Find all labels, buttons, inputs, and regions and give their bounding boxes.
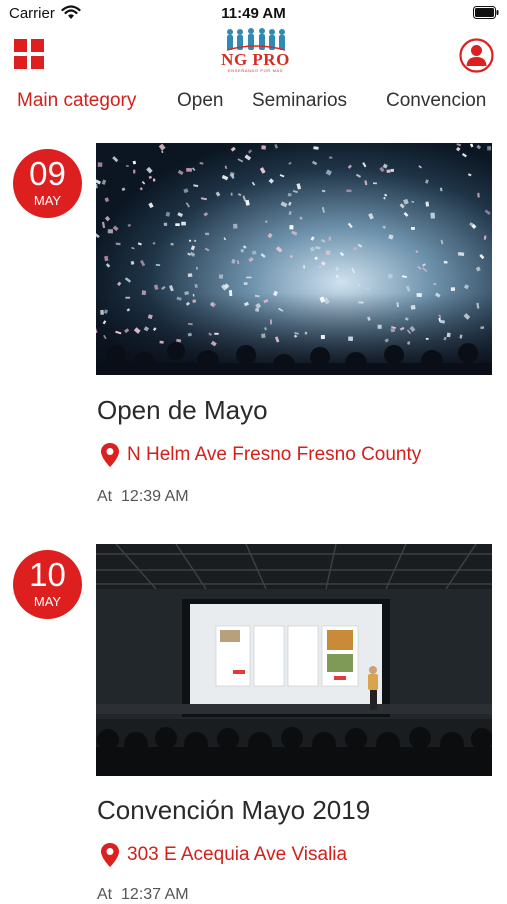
- confetti-flake: [187, 273, 193, 278]
- confetti-flake: [243, 282, 248, 285]
- location-pin-icon: [101, 443, 119, 467]
- confetti-flake: [477, 192, 480, 198]
- time-value: 12:37 AM: [121, 886, 189, 903]
- confetti-flake: [430, 212, 436, 219]
- confetti-flake: [335, 275, 339, 278]
- location-text: N Helm Ave Fresno Fresno County: [127, 444, 422, 465]
- confetti-flake: [97, 162, 103, 167]
- tab-main-category[interactable]: Main category: [17, 90, 136, 112]
- confetti-flake: [115, 242, 121, 246]
- confetti-flake: [196, 266, 198, 270]
- logo-people-graphic: [226, 28, 286, 51]
- confetti-flake: [141, 290, 147, 296]
- confetti-flake: [199, 162, 204, 165]
- confetti-flake: [261, 145, 266, 150]
- date-badge: 09 MAY: [13, 149, 82, 218]
- confetti-flake: [125, 296, 131, 299]
- confetti-flake: [446, 332, 451, 338]
- confetti-flake: [346, 189, 352, 193]
- location-pin-icon: [101, 843, 119, 867]
- confetti-flake: [270, 319, 272, 325]
- confetti-flake: [433, 283, 437, 285]
- confetti-flake: [457, 252, 465, 257]
- confetti-flake: [181, 221, 186, 226]
- confetti-flake: [159, 340, 164, 344]
- confetti-flake: [163, 222, 168, 226]
- logo-text: NG PRO: [221, 50, 290, 69]
- confetti-flake: [261, 333, 266, 339]
- confetti-flake: [320, 334, 326, 340]
- confetti-flake: [107, 229, 113, 234]
- confetti-flake: [133, 169, 136, 174]
- confetti-flake: [233, 223, 238, 229]
- confetti-flake: [100, 309, 104, 315]
- event-title[interactable]: Convención Mayo 2019: [97, 795, 370, 826]
- tab-convencion[interactable]: Convencion: [386, 90, 486, 112]
- confetti-flake: [390, 168, 394, 172]
- event-day: 10: [29, 556, 66, 593]
- confetti-flake: [388, 273, 393, 279]
- user-profile-icon[interactable]: [459, 38, 494, 73]
- event-day: 09: [29, 155, 66, 192]
- time-prefix: At: [97, 886, 113, 903]
- confetti-flake: [186, 168, 192, 172]
- event-image-confetti[interactable]: [96, 143, 492, 375]
- confetti-flake: [325, 250, 331, 256]
- confetti-flake: [416, 292, 422, 297]
- confetti-flake: [348, 336, 353, 341]
- confetti-flake: [411, 227, 415, 230]
- confetti-flake: [328, 236, 332, 241]
- confetti-flake: [246, 276, 252, 279]
- app-header: NG PRO ENSEÑANDO POR MAS: [0, 28, 507, 78]
- confetti-flake: [152, 178, 156, 182]
- app-logo: NG PRO ENSEÑANDO POR MAS: [213, 28, 298, 76]
- location-text: 303 E Acequia Ave Visalia: [127, 844, 348, 865]
- confetti-flake: [230, 192, 233, 196]
- event-time: At 12:39 AM: [97, 488, 189, 506]
- confetti-flake: [443, 260, 448, 264]
- category-tabs: Main category Open Seminarios Convencion: [0, 90, 507, 118]
- confetti-flake: [228, 290, 233, 297]
- event-month: MAY: [33, 193, 62, 208]
- confetti-flake: [450, 287, 456, 291]
- confetti-flake: [487, 146, 491, 151]
- confetti-flake: [287, 193, 292, 197]
- confetti-flake: [240, 248, 244, 253]
- confetti-flake: [373, 182, 377, 185]
- time-value: 12:39 AM: [121, 488, 189, 505]
- confetti-flake: [265, 220, 268, 223]
- tab-seminarios[interactable]: Seminarios: [252, 90, 347, 112]
- event-title[interactable]: Open de Mayo: [97, 395, 268, 426]
- confetti-flake: [358, 301, 364, 304]
- confetti-flake: [218, 274, 224, 279]
- status-bar: Carrier 11:49 AM: [0, 0, 507, 28]
- confetti-flake: [425, 337, 429, 340]
- confetti-flake: [425, 201, 430, 207]
- event-time: At 12:37 AM: [97, 886, 189, 904]
- confetti-flake: [175, 223, 180, 226]
- confetti-flake: [329, 156, 333, 159]
- confetti-flake: [251, 250, 257, 255]
- tab-open[interactable]: Open: [177, 90, 223, 112]
- confetti-flake: [214, 332, 219, 335]
- battery-icon: [473, 6, 499, 19]
- logo-tagline: ENSEÑANDO POR MAS: [227, 68, 284, 73]
- confetti-flake: [289, 255, 293, 258]
- confetti-flake: [386, 169, 391, 173]
- event-image-presentation[interactable]: [96, 544, 492, 776]
- time-prefix: At: [97, 488, 113, 505]
- event-month: MAY: [33, 594, 62, 609]
- confetti-flake: [289, 224, 294, 230]
- grid-menu-icon[interactable]: [14, 39, 44, 69]
- date-badge: 10 MAY: [13, 550, 82, 619]
- confetti-flake: [410, 304, 416, 310]
- clock: 11:49 AM: [221, 5, 286, 22]
- confetti-flake: [205, 232, 210, 236]
- confetti-flake: [377, 324, 382, 329]
